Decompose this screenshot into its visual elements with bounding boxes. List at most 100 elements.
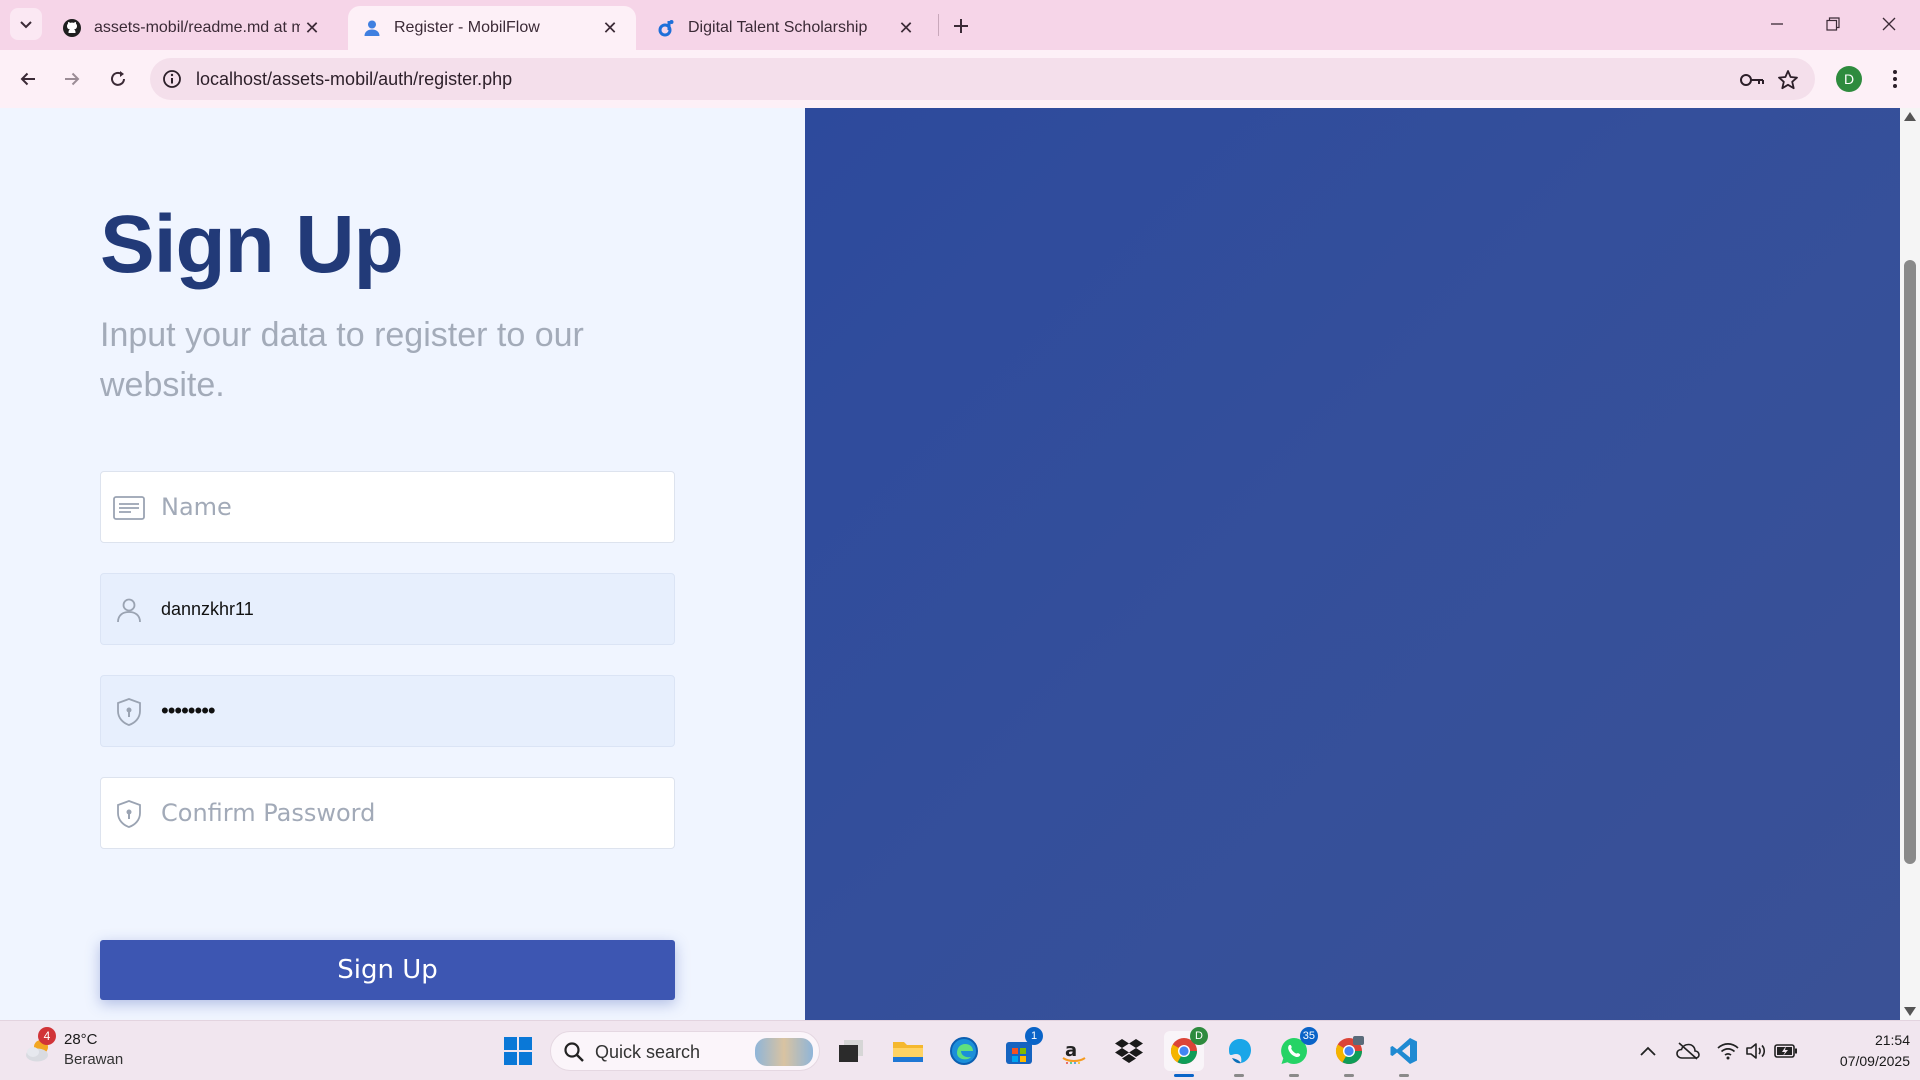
speaker-icon	[1746, 1043, 1766, 1059]
search-placeholder: Quick search	[595, 1042, 701, 1062]
weather-temperature: 28°C	[64, 1031, 98, 1048]
minimize-button[interactable]	[1754, 8, 1800, 40]
start-button[interactable]	[498, 1031, 538, 1071]
tab-register-mobilflow[interactable]: Register - MobilFlow ✕	[348, 6, 636, 50]
tab-title: Register - MobilFlow	[394, 19, 540, 36]
browser-tab-strip: assets-mobil/readme.md at ma ✕ Register …	[0, 0, 1920, 50]
edge-browser-icon	[950, 1037, 978, 1065]
reload-button[interactable]	[102, 63, 134, 95]
onedrive-tray-button[interactable]	[1674, 1037, 1702, 1065]
browser-menu-button[interactable]	[1880, 64, 1910, 94]
cloud-off-icon	[1676, 1042, 1700, 1060]
taskbar-app-dropbox[interactable]	[1109, 1031, 1149, 1071]
reload-icon	[111, 71, 125, 86]
taskbar-app-task-view[interactable]	[831, 1031, 871, 1071]
show-hidden-icons-button[interactable]	[1634, 1037, 1662, 1065]
taskbar-app-edge-beta[interactable]	[1219, 1031, 1259, 1077]
taskbar-search[interactable]: Quick search	[550, 1031, 820, 1071]
taskbar-app-chrome-profile-2[interactable]	[1329, 1031, 1369, 1077]
password-key-icon[interactable]	[1739, 67, 1765, 93]
close-icon	[1882, 17, 1896, 31]
close-window-button[interactable]	[1866, 8, 1912, 40]
chrome-profile-badge: D	[1190, 1027, 1208, 1045]
back-button[interactable]	[12, 63, 44, 95]
active-app-indicator	[1174, 1074, 1194, 1077]
taskbar-app-amazon[interactable]: a	[1054, 1031, 1094, 1071]
new-tab-button[interactable]	[947, 12, 975, 40]
close-icon[interactable]: ✕	[894, 16, 918, 40]
whatsapp-badge: 35	[1299, 1027, 1318, 1045]
site-info-icon[interactable]	[160, 67, 184, 91]
register-form-panel: Sign Up Input your data to register to o…	[0, 108, 805, 1020]
tab-digital-talent[interactable]: Digital Talent Scholarship ✕	[642, 6, 932, 50]
scrollbar-thumb[interactable]	[1904, 260, 1916, 864]
scroll-up-arrow-icon[interactable]	[1904, 112, 1916, 121]
svg-text:a: a	[1065, 1040, 1077, 1061]
shield-lock-icon	[113, 798, 145, 830]
tab-github-readme[interactable]: assets-mobil/readme.md at ma ✕	[48, 6, 338, 50]
close-icon[interactable]: ✕	[300, 16, 324, 40]
user-icon	[113, 594, 145, 626]
taskbar-app-store[interactable]: 1	[999, 1027, 1043, 1071]
taskbar-app-whatsapp[interactable]: 35	[1274, 1027, 1318, 1077]
running-app-indicator	[1399, 1074, 1409, 1077]
github-icon	[62, 18, 82, 38]
arrow-right-icon	[65, 72, 80, 86]
bookmark-star-icon[interactable]	[1775, 67, 1801, 93]
name-field[interactable]	[100, 471, 675, 543]
page-scrollbar[interactable]	[1900, 108, 1920, 1020]
chrome-icon	[1335, 1036, 1364, 1065]
tab-search-button[interactable]	[10, 8, 42, 40]
browser-toolbar: localhost/assets-mobil/auth/register.php…	[0, 50, 1920, 108]
search-icon	[564, 1042, 584, 1062]
weather-widget[interactable]: 4 28°C Berawan	[20, 1027, 130, 1073]
blue-wave-app-icon	[1229, 1039, 1251, 1064]
user-icon	[362, 18, 382, 38]
page-title: Sign Up	[100, 199, 404, 290]
tab-title: assets-mobil/readme.md at ma	[94, 19, 300, 36]
username-input[interactable]	[161, 574, 661, 644]
taskbar-app-chrome[interactable]: D	[1164, 1027, 1208, 1077]
taskbar-app-edge[interactable]	[944, 1031, 984, 1071]
task-view-icon	[839, 1040, 863, 1062]
system-clock[interactable]: 21:54 07/09/2025	[1810, 1030, 1910, 1072]
minimize-icon	[1771, 23, 1783, 25]
username-field[interactable]	[100, 573, 675, 645]
confirm-password-input[interactable]	[161, 778, 661, 848]
running-app-indicator	[1289, 1074, 1299, 1077]
profile-avatar[interactable]: D	[1836, 66, 1862, 92]
close-icon[interactable]: ✕	[598, 16, 622, 40]
vscode-icon	[1390, 1038, 1417, 1064]
scroll-down-arrow-icon[interactable]	[1904, 1007, 1916, 1016]
url-text: localhost/assets-mobil/auth/register.php	[196, 69, 513, 89]
store-badge: 1	[1025, 1027, 1043, 1045]
taskbar-app-file-explorer[interactable]	[888, 1031, 928, 1071]
clock-date: 07/09/2025	[1839, 1053, 1910, 1069]
network-tray-button[interactable]	[1714, 1037, 1742, 1065]
shield-lock-icon	[113, 696, 145, 728]
confirm-password-field[interactable]	[100, 777, 675, 849]
windows-logo-icon	[504, 1037, 532, 1065]
chevron-up-icon	[1640, 1046, 1656, 1056]
tab-title: Digital Talent Scholarship	[688, 19, 868, 36]
taskbar-app-vscode[interactable]	[1384, 1031, 1424, 1077]
volume-tray-button[interactable]	[1742, 1037, 1770, 1065]
page-viewport: Sign Up Input your data to register to o…	[0, 108, 1920, 1020]
decorative-side-panel	[805, 108, 1900, 1020]
windows-taskbar: 4 28°C Berawan Quick search 1 a D 35 21:…	[0, 1020, 1920, 1080]
password-field[interactable]: ••••••••	[100, 675, 675, 747]
running-app-indicator	[1344, 1074, 1354, 1077]
password-masked-value[interactable]: ••••••••	[161, 698, 216, 724]
forward-button[interactable]	[56, 63, 88, 95]
battery-tray-button[interactable]	[1772, 1037, 1800, 1065]
folder-icon	[893, 1042, 923, 1062]
name-input[interactable]	[161, 472, 661, 542]
weather-condition: Berawan	[64, 1051, 124, 1068]
address-bar[interactable]: localhost/assets-mobil/auth/register.php	[150, 58, 1815, 100]
arrow-left-icon	[20, 72, 35, 86]
battery-charging-icon	[1774, 1044, 1797, 1058]
wifi-icon	[1717, 1043, 1739, 1060]
chevron-down-icon	[20, 21, 32, 29]
sign-up-button[interactable]: Sign Up	[100, 940, 675, 1000]
restore-button[interactable]	[1810, 8, 1856, 40]
